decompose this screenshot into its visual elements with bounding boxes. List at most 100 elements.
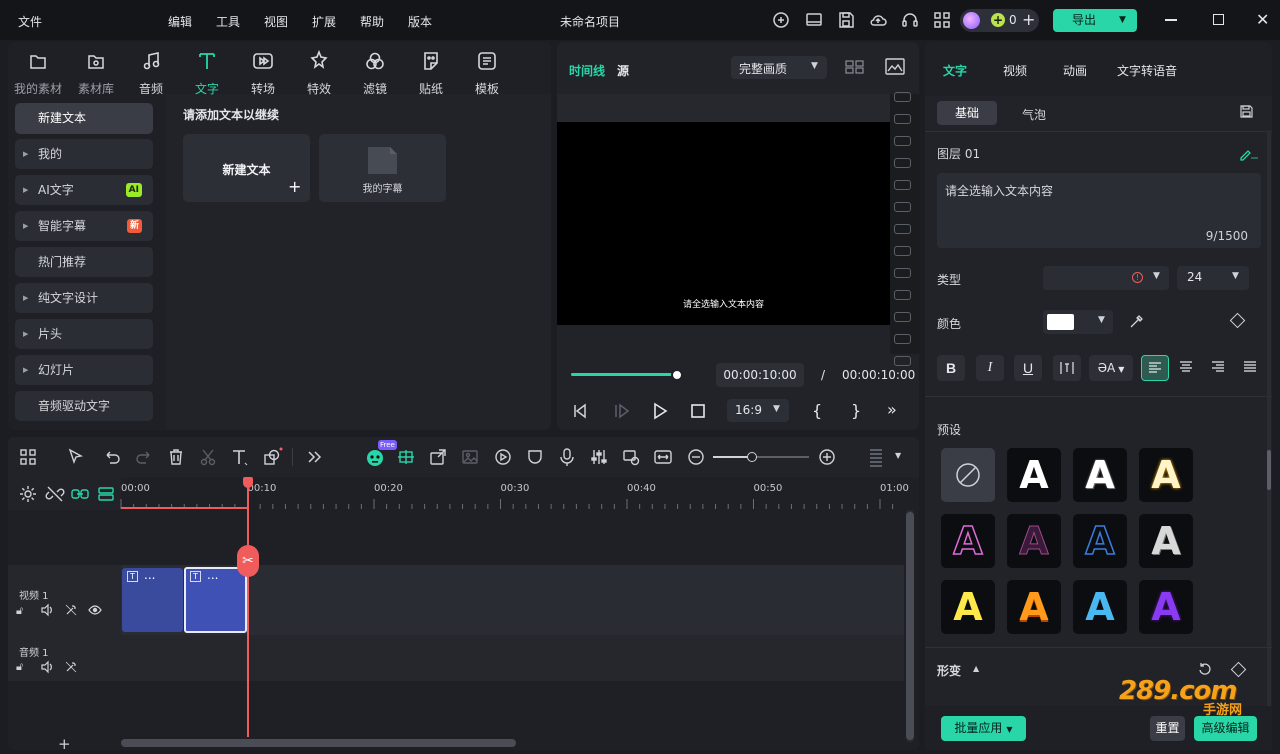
snap-icon[interactable] [96, 484, 116, 504]
sidebar-item-0[interactable]: ▶ 我的 [15, 139, 153, 169]
scroll-thumb[interactable] [906, 512, 914, 740]
horizontal-scrollbar[interactable] [121, 739, 516, 747]
lock-icon[interactable]: 🔓︎ [16, 604, 23, 618]
playhead-top-handle[interactable] [243, 477, 253, 488]
italic-button[interactable]: I [976, 355, 1004, 381]
effects-toggle-icon[interactable] [64, 660, 78, 677]
export-button[interactable]: 导出 ▼ [1053, 9, 1137, 32]
align-left-button[interactable] [1141, 355, 1169, 381]
mark-out-icon[interactable]: } [851, 401, 861, 420]
subtab-bubble[interactable]: 气泡 [1022, 106, 1046, 123]
unlink-icon[interactable] [45, 484, 65, 504]
tab-my-media[interactable]: 我的素材 [14, 50, 62, 97]
eye-icon[interactable] [88, 603, 102, 620]
preset-cyan[interactable]: A [1073, 580, 1127, 634]
image-icon[interactable] [885, 58, 905, 78]
lock-icon[interactable]: 🔓︎ [16, 660, 23, 674]
stop-icon[interactable] [689, 402, 707, 423]
tab-text-to-speech[interactable]: 文字转语音 [1117, 62, 1177, 79]
menu-file[interactable]: 文件 [18, 13, 42, 30]
underline-button[interactable]: U [1014, 355, 1042, 381]
video-canvas[interactable]: 请全选输入文本内容 [557, 122, 890, 325]
tab-stickers[interactable]: 贴纸 [407, 50, 455, 97]
tab-effects[interactable]: 特效 [295, 49, 343, 97]
menu-edit[interactable]: 编辑 [168, 13, 192, 30]
menu-version[interactable]: 版本 [408, 13, 432, 30]
mark-in-icon[interactable]: { [812, 401, 822, 420]
sidebar-item-6[interactable]: ▶ 幻灯片 [15, 355, 153, 385]
preset-pink-outline[interactable]: A [941, 514, 995, 568]
my-subtitles-card[interactable]: 我的字幕 [319, 134, 446, 202]
vertical-scrollbar[interactable] [906, 510, 914, 742]
tab-video-props[interactable]: 视频 [1003, 62, 1027, 79]
save-preset-icon[interactable] [1239, 104, 1254, 122]
align-center-button[interactable] [1172, 355, 1200, 381]
cut-icon[interactable] [198, 447, 218, 467]
volume-icon[interactable] [40, 603, 54, 620]
credits-pill[interactable]: + 0 + [960, 9, 1039, 32]
sidebar-item-4[interactable]: ▶ 纯文字设计 [15, 283, 153, 313]
close-icon[interactable]: ✕ [1256, 10, 1269, 29]
apps-grid-icon[interactable] [932, 10, 952, 30]
add-credits-icon[interactable]: + [1022, 10, 1035, 29]
collapse-icon[interactable]: ▲ [973, 664, 979, 673]
track-settings-icon[interactable] [18, 484, 38, 504]
batch-apply-button[interactable]: 批量应用 ▼ [941, 716, 1026, 741]
text-clip[interactable]: T ... [122, 568, 183, 632]
playhead-line[interactable] [247, 477, 249, 737]
current-time[interactable]: 00:00:10:00 [716, 363, 804, 387]
play-icon[interactable] [651, 402, 669, 423]
zoom-in-icon[interactable] [817, 447, 837, 467]
mask-icon[interactable] [525, 447, 545, 467]
tab-audio[interactable]: 音频 [127, 50, 175, 97]
text-tool-icon[interactable] [230, 447, 250, 467]
panel-scroll-thumb[interactable] [1267, 450, 1271, 490]
preset-dark-pink[interactable]: A [1007, 514, 1061, 568]
image-tool-icon[interactable] [460, 447, 480, 467]
volume-icon[interactable] [40, 660, 54, 677]
tab-timeline-preview[interactable]: 时间线 [569, 62, 605, 79]
font-size-select[interactable]: 24 ▼ [1177, 266, 1249, 290]
tab-filters[interactable]: 滤镜 [351, 50, 399, 97]
audio-track-lane[interactable] [121, 635, 904, 681]
ai-mascot-icon[interactable] [365, 447, 385, 467]
spacing-button[interactable] [1053, 355, 1081, 381]
preset-blue-outline[interactable]: A [1073, 514, 1127, 568]
minimize-icon[interactable] [1165, 19, 1177, 21]
preset-silver[interactable]: A [1139, 514, 1193, 568]
tab-animation[interactable]: 动画 [1063, 62, 1087, 79]
shape-tool-icon[interactable] [262, 447, 283, 467]
panel-scrollbar[interactable] [1267, 130, 1271, 720]
subtab-basic[interactable]: 基础 [937, 101, 997, 125]
speed-icon[interactable] [493, 447, 513, 467]
preset-orange[interactable]: A [1007, 580, 1061, 634]
text-content-input[interactable]: 请全选输入文本内容 9/1500 [937, 173, 1261, 248]
tab-templates[interactable]: 模板 [463, 50, 511, 97]
headset-icon[interactable] [900, 10, 920, 30]
new-text-card[interactable]: 新建文本 + [183, 134, 310, 202]
eyedropper-icon[interactable] [1128, 314, 1144, 333]
track-height-icon[interactable] [866, 447, 886, 467]
save-icon[interactable] [836, 10, 856, 30]
text-clip-selected[interactable]: T ... [184, 567, 247, 633]
menu-view[interactable]: 视图 [264, 13, 288, 30]
ai-pen-icon[interactable] [1239, 145, 1259, 164]
advanced-edit-button[interactable]: 高级编辑 [1194, 716, 1257, 741]
next-frame-icon[interactable] [612, 402, 630, 423]
preset-none[interactable] [941, 448, 995, 502]
aspect-select[interactable]: 16:9 ▼ [727, 399, 789, 422]
more-icon[interactable]: » [887, 400, 897, 419]
screen-icon[interactable] [804, 10, 824, 30]
fit-width-icon[interactable] [653, 447, 673, 467]
quality-select[interactable]: 完整画质 ▼ [731, 56, 827, 79]
preset-purple[interactable]: A [1139, 580, 1193, 634]
tab-transitions[interactable]: 转场 [239, 50, 287, 97]
sidebar-item-5[interactable]: ▶ 片头 [15, 319, 153, 349]
layout-icon[interactable] [18, 447, 38, 467]
case-button[interactable]: ƏA ▼ [1089, 355, 1133, 381]
avatar[interactable] [963, 12, 980, 29]
undo-icon[interactable] [102, 447, 122, 467]
export-clip-icon[interactable] [428, 447, 448, 467]
split-scissors-icon[interactable]: ✂ [237, 545, 259, 577]
sidebar-item-new-text[interactable]: 新建文本 [15, 103, 153, 134]
